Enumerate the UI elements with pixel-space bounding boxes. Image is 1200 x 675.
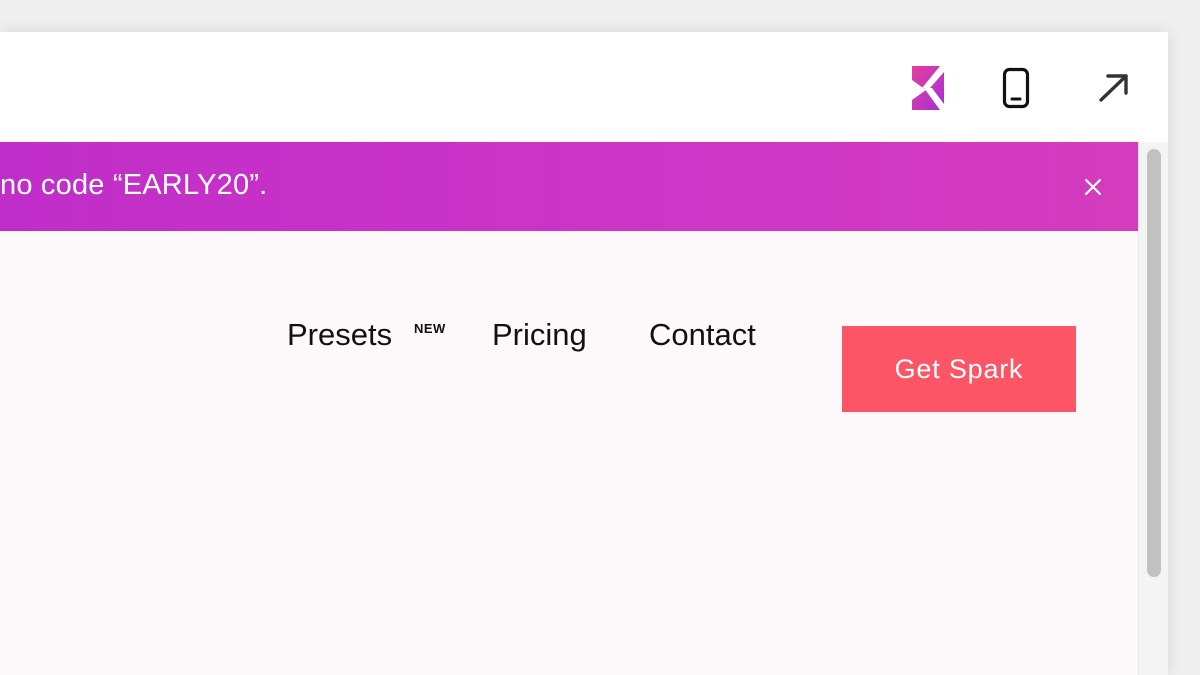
new-badge: NEW bbox=[414, 321, 446, 336]
nav-link-contact[interactable]: Contact bbox=[649, 317, 756, 353]
mobile-device-icon[interactable] bbox=[999, 65, 1033, 111]
nav-link-presets[interactable]: Presets bbox=[287, 317, 392, 353]
scrollbar-thumb[interactable] bbox=[1147, 149, 1161, 577]
get-spark-button[interactable]: Get Spark bbox=[842, 326, 1076, 412]
preview-toolbar bbox=[0, 32, 1168, 142]
scrollbar-track[interactable] bbox=[1138, 142, 1168, 675]
open-external-arrow-icon[interactable] bbox=[1094, 70, 1132, 106]
page-viewport: no code “EARLY20”. Presets NEW Pricing C… bbox=[0, 142, 1138, 675]
promo-text: no code “EARLY20”. bbox=[0, 169, 268, 201]
close-icon[interactable] bbox=[1080, 174, 1106, 200]
browser-window: no code “EARLY20”. Presets NEW Pricing C… bbox=[0, 32, 1168, 675]
nav-link-pricing[interactable]: Pricing bbox=[492, 317, 587, 353]
k-logo-icon[interactable] bbox=[912, 66, 944, 110]
promo-banner: no code “EARLY20”. bbox=[0, 142, 1138, 231]
